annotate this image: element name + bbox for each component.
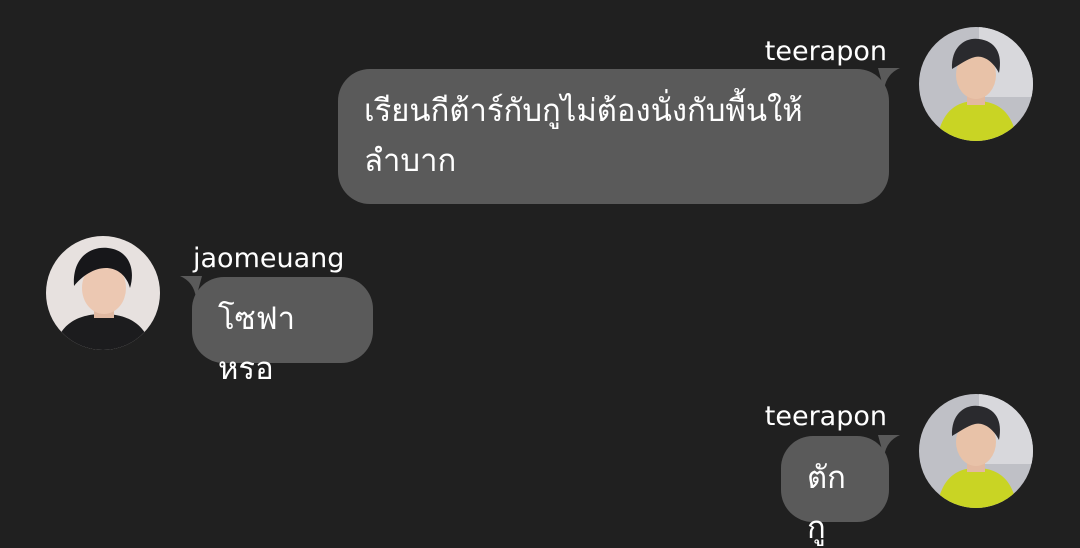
username-label: jaomeuang bbox=[193, 243, 345, 274]
message-text: โซฟาหรอ bbox=[218, 301, 296, 387]
person-photo-icon bbox=[919, 27, 1033, 141]
avatar-jaomeuang[interactable] bbox=[46, 236, 160, 350]
message-text: ตักกู bbox=[807, 460, 846, 546]
avatar-teerapon[interactable] bbox=[919, 27, 1033, 141]
person-photo-icon bbox=[46, 236, 160, 350]
username-label: teerapon bbox=[764, 36, 887, 67]
message-bubble[interactable]: โซฟาหรอ bbox=[192, 277, 373, 387]
message-text: เรียนกีต้าร์กับกูไม่ต้องนั่งกับพื้นให้ลำ… bbox=[364, 93, 803, 179]
username-label: teerapon bbox=[764, 401, 887, 432]
message-bubble[interactable]: ตักกู bbox=[781, 436, 889, 546]
person-photo-icon bbox=[919, 394, 1033, 508]
message-bubble[interactable]: เรียนกีต้าร์กับกูไม่ต้องนั่งกับพื้นให้ลำ… bbox=[338, 69, 889, 204]
chat-thread: teerapon เรียนกีต้าร์กับกูไม่ต้องนั่งกับ… bbox=[0, 0, 1080, 548]
avatar-teerapon[interactable] bbox=[919, 394, 1033, 508]
